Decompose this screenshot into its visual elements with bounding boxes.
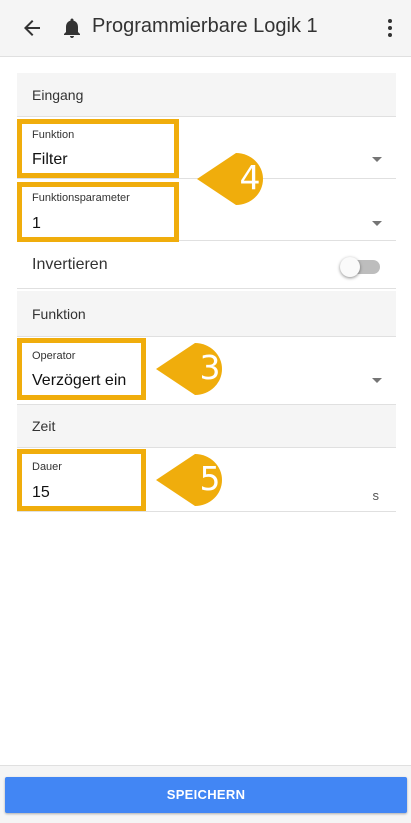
field-value: 1 — [32, 215, 41, 232]
invertieren-toggle[interactable] — [340, 257, 380, 277]
unit-label: s — [372, 488, 380, 503]
section-header-funktion: Funktion — [17, 291, 396, 337]
field-label: Funktion — [32, 129, 75, 141]
dropdown-arrow-icon[interactable] — [372, 221, 382, 226]
field-value: Verzögert ein — [32, 372, 127, 389]
toggle-label: Invertieren — [32, 256, 108, 273]
dropdown-arrow-icon[interactable] — [372, 157, 382, 162]
callout-number: 5 — [199, 459, 221, 498]
callout-number: 4 — [239, 158, 261, 197]
field-label: Funktionsparameter — [32, 192, 130, 204]
app-bar: Programmierbare Logik 1 — [0, 0, 411, 57]
invertieren-row: Invertieren — [17, 241, 396, 289]
arrow-back-icon[interactable] — [20, 16, 44, 40]
dropdown-arrow-icon[interactable] — [372, 378, 382, 383]
bell-icon — [64, 18, 80, 38]
section-title: Eingang — [32, 87, 84, 103]
section-header-zeit: Zeit — [17, 405, 396, 448]
section-header-eingang: Eingang — [17, 73, 396, 117]
field-value: 15 — [32, 484, 50, 501]
section-title: Funktion — [32, 306, 86, 322]
save-button[interactable]: SPEICHERN — [5, 777, 407, 813]
toggle-knob — [340, 257, 360, 277]
page-title: Programmierbare Logik 1 — [92, 15, 318, 37]
callout-number: 3 — [199, 348, 221, 387]
field-label: Dauer — [32, 461, 62, 473]
field-value: Filter — [32, 151, 68, 168]
more-vert-icon[interactable] — [378, 16, 402, 40]
section-title: Zeit — [32, 418, 56, 434]
field-label: Operator — [32, 350, 76, 362]
